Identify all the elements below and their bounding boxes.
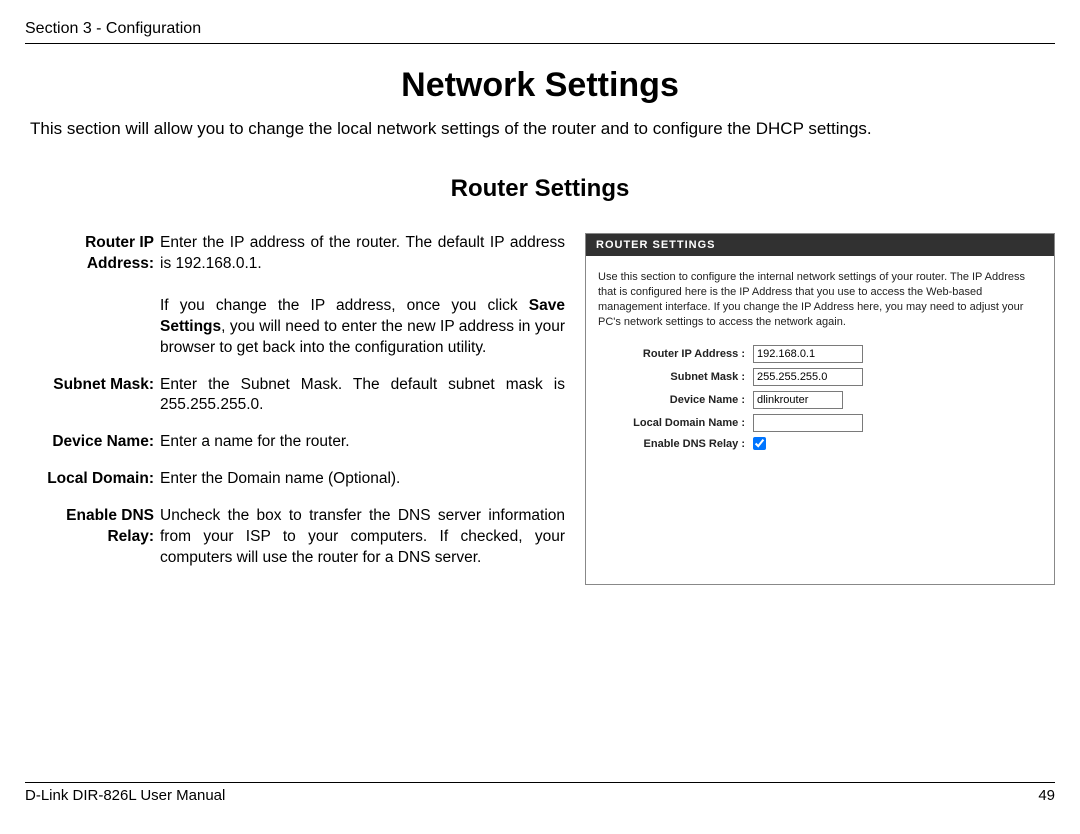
header-section-label: Section 3 - Configuration [25, 20, 1055, 41]
input-local-domain[interactable] [753, 414, 863, 432]
def-desc: Enter a name for the router. [160, 432, 565, 453]
footer-rule [25, 782, 1055, 783]
page-footer: D-Link DIR-826L User Manual 49 [25, 780, 1055, 804]
input-subnet[interactable] [753, 368, 863, 386]
def-dns-relay: Enable DNS Relay: Uncheck the box to tra… [25, 506, 565, 569]
page-title: Network Settings [25, 66, 1055, 105]
def-desc: Uncheck the box to transfer the DNS serv… [160, 506, 565, 569]
def-term: Subnet Mask: [25, 375, 160, 417]
input-device-name[interactable] [753, 391, 843, 409]
row-subnet: Subnet Mask : [598, 368, 1042, 386]
def-term: Enable DNS Relay: [25, 506, 160, 569]
header-rule [25, 43, 1055, 44]
def-desc-p2a: If you change the IP address, once you c… [160, 297, 529, 314]
footer-manual-name: D-Link DIR-826L User Manual [25, 787, 225, 804]
def-term: Local Domain: [25, 469, 160, 490]
row-router-ip: Router IP Address : [598, 345, 1042, 363]
def-desc: Enter the IP address of the router. The … [160, 233, 565, 359]
row-local-domain: Local Domain Name : [598, 414, 1042, 432]
def-desc-p1: Enter the IP address of the router. The … [160, 234, 565, 272]
panel-header: ROUTER SETTINGS [586, 234, 1054, 256]
def-subnet: Subnet Mask: Enter the Subnet Mask. The … [25, 375, 565, 417]
row-device-name: Device Name : [598, 391, 1042, 409]
input-router-ip[interactable] [753, 345, 863, 363]
footer-page-number: 49 [1038, 787, 1055, 804]
def-term: Router IP Address: [25, 233, 160, 359]
router-settings-panel: ROUTER SETTINGS Use this section to conf… [585, 233, 1055, 585]
intro-text: This section will allow you to change th… [25, 119, 1055, 139]
def-term: Device Name: [25, 432, 160, 453]
definition-list: Router IP Address: Enter the IP address … [25, 233, 565, 585]
panel-body: Use this section to configure the intern… [586, 256, 1054, 471]
label-subnet: Subnet Mask : [598, 371, 753, 383]
def-device-name: Device Name: Enter a name for the router… [25, 432, 565, 453]
panel-description: Use this section to configure the intern… [598, 270, 1042, 329]
def-desc-p2b: , you will need to enter the new IP addr… [160, 318, 565, 356]
def-desc: Enter the Domain name (Optional). [160, 469, 565, 490]
checkbox-dns-relay[interactable] [753, 437, 766, 450]
label-device-name: Device Name : [598, 394, 753, 406]
label-router-ip: Router IP Address : [598, 348, 753, 360]
label-local-domain: Local Domain Name : [598, 417, 753, 429]
section-subtitle: Router Settings [25, 175, 1055, 203]
def-desc: Enter the Subnet Mask. The default subne… [160, 375, 565, 417]
def-local-domain: Local Domain: Enter the Domain name (Opt… [25, 469, 565, 490]
label-dns-relay: Enable DNS Relay : [598, 438, 753, 450]
row-dns-relay: Enable DNS Relay : [598, 437, 1042, 450]
def-router-ip: Router IP Address: Enter the IP address … [25, 233, 565, 359]
